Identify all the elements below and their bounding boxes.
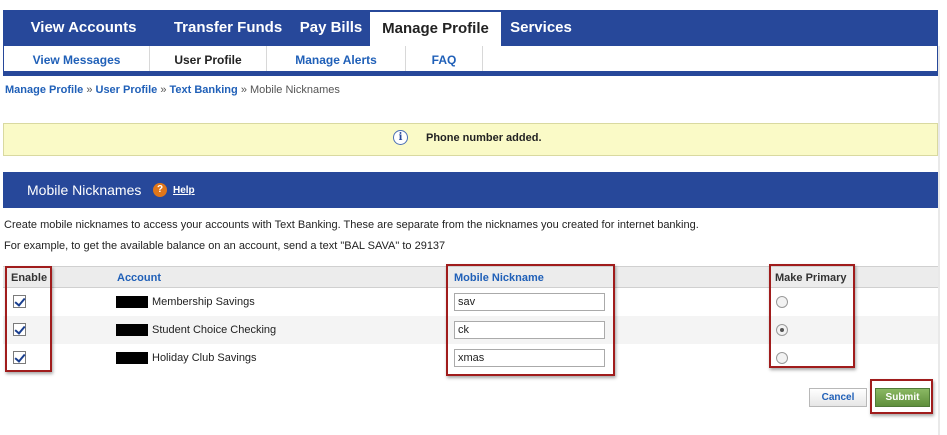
breadcrumb-text-banking[interactable]: Text Banking — [170, 84, 238, 96]
column-header-account[interactable]: Account — [117, 272, 161, 284]
breadcrumb-user-profile[interactable]: User Profile — [96, 84, 158, 96]
subtab-manage-alerts[interactable]: Manage Alerts — [267, 46, 406, 71]
info-icon: i — [393, 130, 408, 145]
section-header: Mobile Nicknames ? Help — [3, 172, 938, 208]
breadcrumb: Manage Profile » User Profile » Text Ban… — [5, 84, 340, 96]
column-header-enable: Enable — [11, 272, 48, 284]
make-primary-radio[interactable] — [776, 352, 788, 364]
top-navigation: View Accounts Transfer Funds Pay Bills M… — [3, 10, 938, 50]
cancel-button[interactable]: Cancel — [809, 388, 867, 407]
breadcrumb-separator: » — [160, 84, 167, 96]
account-name: Student Choice Checking — [152, 324, 277, 336]
table-row: Student Choice Checking — [3, 316, 938, 344]
subtab-view-messages[interactable]: View Messages — [4, 46, 150, 71]
column-header-make-primary: Make Primary — [775, 272, 847, 284]
breadcrumb-current: Mobile Nicknames — [250, 84, 340, 96]
help-link[interactable]: Help — [173, 185, 195, 196]
breadcrumb-separator: » — [240, 84, 247, 96]
enable-checkbox[interactable] — [13, 323, 26, 336]
nicknames-table: Enable Account Mobile Nickname Make Prim… — [3, 266, 938, 371]
redacted-account-number — [116, 296, 148, 308]
subtab-user-profile[interactable]: User Profile — [150, 46, 267, 71]
tab-services[interactable]: Services — [501, 10, 581, 46]
make-primary-radio[interactable] — [776, 324, 788, 336]
mobile-nickname-input[interactable] — [454, 293, 605, 311]
submit-button[interactable]: Submit — [875, 388, 930, 407]
redacted-account-number — [116, 352, 148, 364]
enable-checkbox[interactable] — [13, 295, 26, 308]
description-line-2: For example, to get the available balanc… — [4, 240, 446, 252]
table-row: Holiday Club Savings — [3, 344, 938, 372]
account-name: Membership Savings — [152, 296, 255, 308]
sub-navigation: View Messages User Profile Manage Alerts… — [3, 46, 938, 76]
tab-view-accounts[interactable]: View Accounts — [3, 10, 164, 46]
subtab-faq[interactable]: FAQ — [406, 46, 483, 71]
breadcrumb-separator: » — [86, 84, 93, 96]
table-row: Membership Savings — [3, 288, 938, 316]
mobile-nickname-input[interactable] — [454, 321, 605, 339]
make-primary-radio[interactable] — [776, 296, 788, 308]
enable-checkbox[interactable] — [13, 351, 26, 364]
tab-transfer-funds[interactable]: Transfer Funds — [164, 10, 292, 46]
tab-manage-profile[interactable]: Manage Profile — [370, 12, 501, 50]
tab-pay-bills[interactable]: Pay Bills — [292, 10, 370, 46]
column-header-mobile-nickname[interactable]: Mobile Nickname — [454, 272, 544, 284]
description-line-1: Create mobile nicknames to access your a… — [4, 219, 699, 231]
page-edge — [938, 46, 940, 435]
redacted-account-number — [116, 324, 148, 336]
breadcrumb-manage-profile[interactable]: Manage Profile — [5, 84, 83, 96]
table-header: Enable Account Mobile Nickname Make Prim… — [3, 266, 938, 288]
section-title: Mobile Nicknames — [27, 182, 142, 198]
account-name: Holiday Club Savings — [152, 352, 257, 364]
success-alert: i Phone number added. — [3, 123, 938, 156]
alert-message: Phone number added. — [426, 132, 542, 144]
question-icon[interactable]: ? — [153, 183, 167, 197]
mobile-nickname-input[interactable] — [454, 349, 605, 367]
